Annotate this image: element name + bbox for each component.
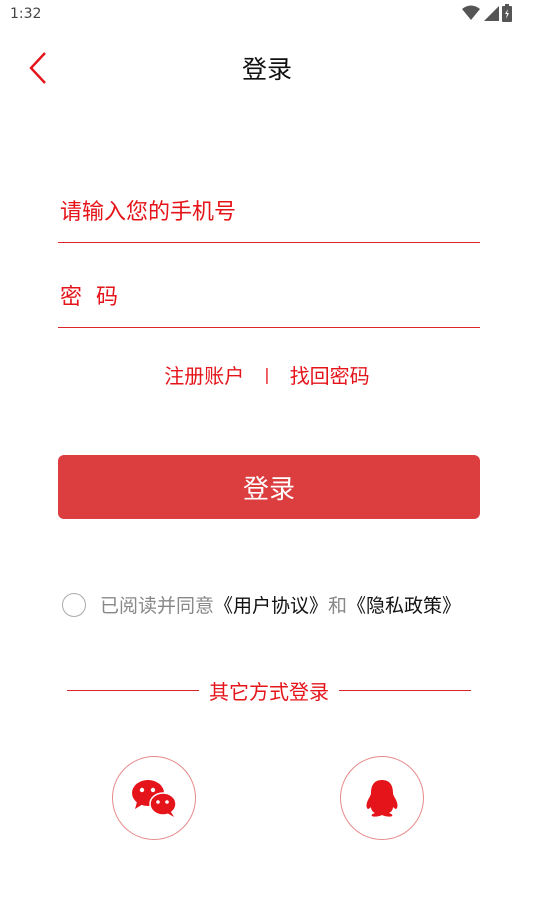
status-icons [462, 4, 512, 22]
page-title: 登录 [241, 55, 292, 84]
phone-input[interactable] [58, 182, 480, 242]
account-links: 注册账户 | 找回密码 [0, 360, 534, 389]
qq-icon [366, 780, 398, 817]
agreement-checkbox[interactable] [62, 592, 86, 617]
other-login-divider: 其它方式登录 [67, 676, 471, 705]
user-agreement-link[interactable]: 《用户协议》 [214, 591, 328, 618]
status-bar: 1:32 [0, 0, 534, 30]
status-time: 1:32 [10, 6, 42, 22]
login-button[interactable]: 登录 [58, 455, 480, 519]
forgot-password-link[interactable]: 找回密码 [290, 360, 370, 389]
signal-icon [484, 6, 499, 21]
wifi-icon [462, 5, 480, 20]
register-link[interactable]: 注册账户 [164, 360, 244, 389]
divider-line-left [67, 690, 199, 691]
privacy-policy-link[interactable]: 《隐私政策》 [347, 591, 461, 618]
password-field [58, 268, 480, 328]
header: 登录 [0, 40, 534, 96]
phone-field [58, 182, 480, 243]
agreement-prefix: 已阅读并同意 [100, 595, 215, 617]
wechat-login-button[interactable] [112, 756, 196, 840]
other-login-label: 其它方式登录 [209, 680, 329, 704]
agreement-row: 已阅读并同意 《用户协议》 和 《隐私政策》 [62, 591, 461, 618]
wechat-icon [132, 780, 177, 817]
password-input[interactable] [58, 268, 480, 327]
agreement-and: 和 [328, 595, 348, 617]
battery-icon [502, 4, 512, 22]
qq-login-button[interactable] [340, 756, 424, 840]
links-separator: | [264, 365, 270, 384]
divider-line-right [339, 690, 471, 691]
